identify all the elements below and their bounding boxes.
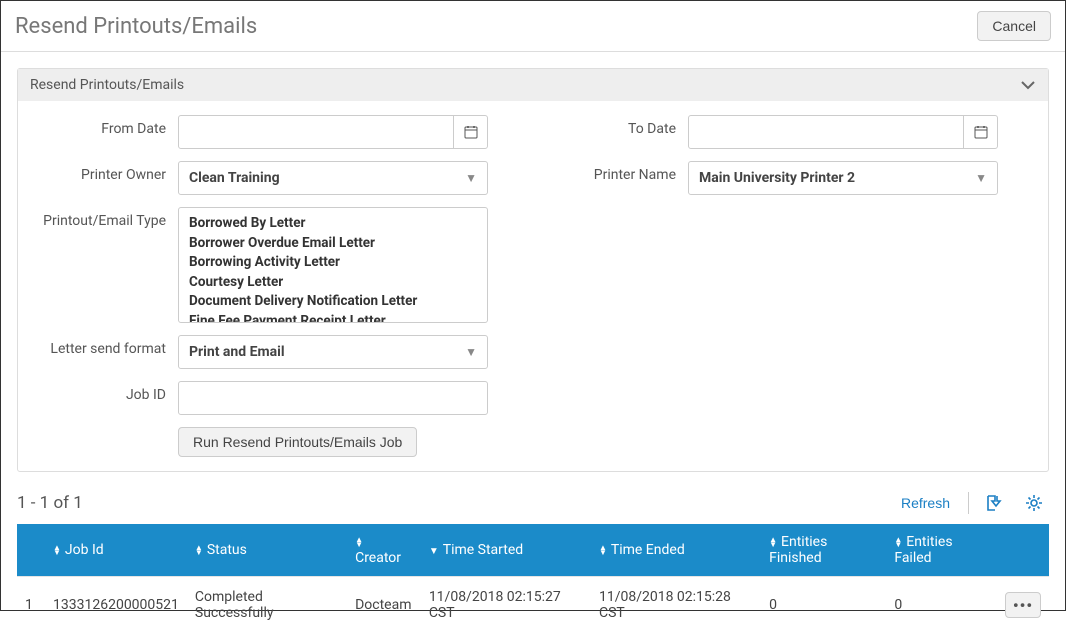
results-table: ▲▼Job Id ▲▼Status ▲▼Creator ▼Time Starte… [17,524,1049,633]
printout-type-listbox[interactable]: Borrowed By LetterBorrower Overdue Email… [178,207,488,323]
printer-owner-value: Clean Training [189,170,280,186]
records-count: 1 - 1 of 1 [17,493,83,513]
printer-name-value: Main University Printer 2 [699,170,855,186]
col-entities-finished[interactable]: ▲▼Entities Finished [761,524,886,577]
cell-status: Completed Successfully [187,577,347,633]
printout-type-option[interactable]: Courtesy Letter [189,273,477,293]
caret-down-icon: ▼ [975,171,987,185]
printer-name-label: Printer Name [488,161,688,183]
send-format-label: Letter send format [28,335,178,357]
col-time-ended[interactable]: ▲▼Time Ended [591,524,761,577]
col-entities-failed[interactable]: ▲▼Entities Failed [886,524,997,577]
cell-entities-finished: 0 [761,577,886,633]
caret-down-icon: ▼ [465,171,477,185]
col-creator[interactable]: ▲▼Creator [347,524,421,577]
cell-job-id: 1333126200000521 [45,577,187,633]
col-job-id[interactable]: ▲▼Job Id [45,524,187,577]
cell-time-ended: 11/08/2018 02:15:28 CST [591,577,761,633]
panel-header[interactable]: Resend Printouts/Emails [18,69,1048,101]
job-id-field[interactable] [178,381,488,415]
printout-type-option[interactable]: Borrowing Activity Letter [189,253,477,273]
panel-title: Resend Printouts/Emails [30,77,184,93]
cell-creator: Docteam [347,577,421,633]
calendar-icon[interactable] [963,116,997,148]
from-date-input[interactable] [179,124,453,140]
refresh-button[interactable]: Refresh [893,495,958,511]
job-id-input[interactable] [179,390,487,406]
to-date-field[interactable] [688,115,998,149]
printer-owner-label: Printer Owner [28,161,178,183]
cell-time-started: 11/08/2018 02:15:27 CST [421,577,591,633]
divider [968,492,969,514]
page-title: Resend Printouts/Emails [15,14,257,39]
cancel-button[interactable]: Cancel [977,11,1051,41]
printout-type-option[interactable]: Borrower Overdue Email Letter [189,234,477,254]
row-actions-button[interactable]: ••• [1005,592,1041,618]
job-id-label: Job ID [28,381,178,403]
to-date-label: To Date [488,115,688,137]
printout-type-option[interactable]: Document Delivery Notification Letter [189,292,477,312]
printer-owner-select[interactable]: Clean Training ▼ [178,161,488,195]
chevron-down-icon [1020,77,1036,93]
to-date-input[interactable] [689,124,963,140]
send-format-select[interactable]: Print and Email ▼ [178,335,488,369]
printer-name-select[interactable]: Main University Printer 2 ▼ [688,161,998,195]
printout-type-label: Printout/Email Type [28,207,178,229]
run-job-button[interactable]: Run Resend Printouts/Emails Job [178,427,417,457]
col-status[interactable]: ▲▼Status [187,524,347,577]
calendar-icon[interactable] [453,116,487,148]
caret-down-icon: ▼ [465,345,477,359]
from-date-label: From Date [28,115,178,137]
table-row: 11333126200000521Completed SuccessfullyD… [17,577,1049,633]
col-time-started[interactable]: ▼Time Started [421,524,591,577]
printout-type-option[interactable]: Borrowed By Letter [189,214,477,234]
gear-icon[interactable] [1019,494,1049,512]
export-icon[interactable] [979,494,1009,512]
from-date-field[interactable] [178,115,488,149]
cell-entities-failed: 0 [886,577,997,633]
send-format-value: Print and Email [189,344,285,360]
row-index: 1 [17,577,45,633]
printout-type-option[interactable]: Fine Fee Payment Receipt Letter [189,312,477,323]
